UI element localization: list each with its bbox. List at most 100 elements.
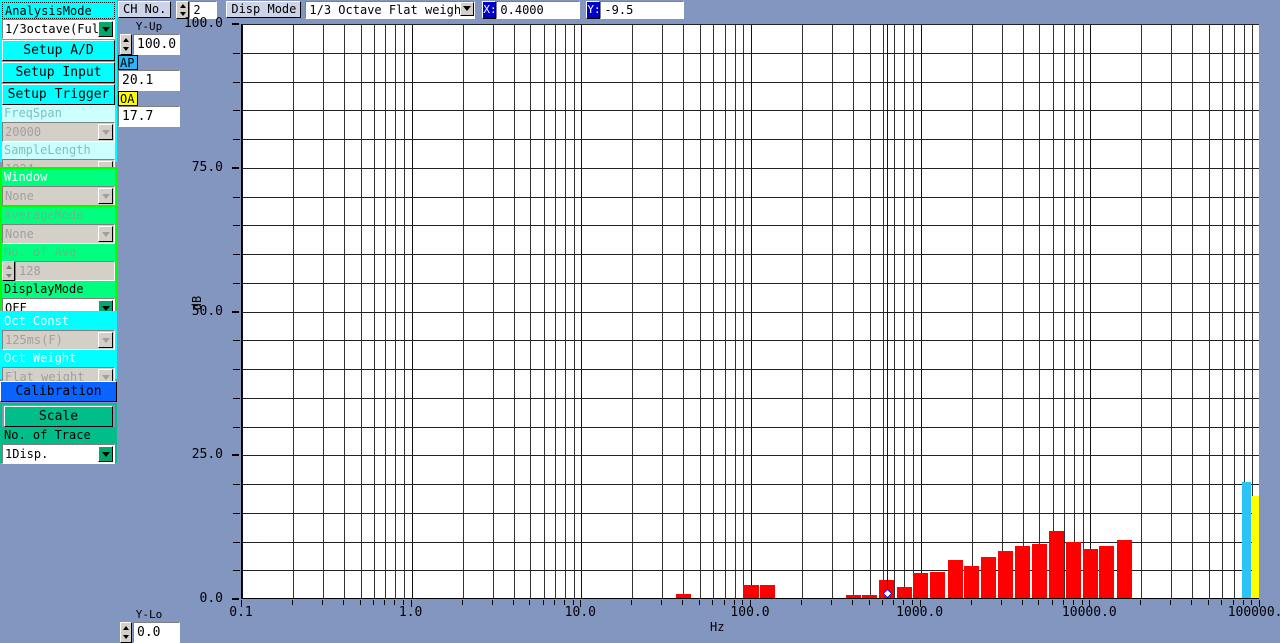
- x-axis-tick: [1052, 600, 1053, 605]
- grid-line-horizontal: [242, 82, 1259, 83]
- no-of-trace-combo[interactable]: 1Disp.: [2, 444, 115, 464]
- disp-mode-value[interactable]: 1/3 Octave Flat weight (Al: [305, 1, 475, 19]
- application-window: CH No. 2 Disp Mode 1/3 Octave Flat weigh…: [0, 0, 1280, 643]
- oct-const-label: Oct Const: [2, 313, 115, 330]
- x-axis-tick-label: 10.0: [535, 605, 625, 620]
- x-axis-tick: [831, 600, 832, 605]
- y-axis-minor-tick: [233, 484, 240, 485]
- chevron-down-icon[interactable]: [98, 188, 113, 204]
- ap-tag: AP: [118, 55, 138, 70]
- y-up-stepper[interactable]: 100.0: [118, 34, 180, 55]
- x-axis-tick: [742, 600, 743, 605]
- chevron-down-icon[interactable]: [98, 446, 113, 462]
- chevron-down-icon[interactable]: [98, 332, 113, 348]
- x-axis-tick: [573, 600, 574, 605]
- y-axis-minor-tick: [233, 225, 240, 226]
- y-lo-spin-up[interactable]: [121, 623, 131, 633]
- marker-x-value[interactable]: 0.4000: [496, 1, 580, 19]
- grid-line-horizontal: [242, 484, 1259, 485]
- ch-no-stepper-up[interactable]: [177, 2, 188, 10]
- grid-line-horizontal: [242, 427, 1259, 428]
- average-mode-combo[interactable]: None: [2, 224, 115, 244]
- grid-line-horizontal: [242, 197, 1259, 198]
- oa-tag: OA: [118, 91, 138, 106]
- x-axis-tick: [564, 600, 565, 605]
- x-axis-tick: [724, 600, 725, 605]
- oct-const-combo[interactable]: 125ms(F): [2, 330, 115, 350]
- plot-area[interactable]: [241, 24, 1259, 599]
- x-axis-tick: [403, 600, 404, 605]
- spectrum-bar: [1117, 540, 1132, 598]
- y-up-spin-down[interactable]: [121, 45, 131, 55]
- x-axis-tick: [241, 600, 242, 607]
- y-axis-minor-tick: [233, 254, 240, 255]
- y-axis-minor-tick: [233, 53, 240, 54]
- y-lo-value[interactable]: 0.0: [133, 622, 180, 643]
- spectrum-bar: [1032, 544, 1047, 598]
- x-axis-tick: [1208, 600, 1209, 605]
- spectrum-bar: [930, 572, 945, 598]
- x-axis-tick: [882, 600, 883, 605]
- x-axis-tick: [343, 600, 344, 605]
- disp-mode-button[interactable]: Disp Mode: [226, 1, 301, 18]
- setup-ad-button[interactable]: Setup A/D: [2, 40, 115, 61]
- y-axis-tick-label: 25.0: [163, 447, 223, 462]
- grid-line-horizontal: [242, 312, 1259, 313]
- x-axis-tick: [734, 600, 735, 605]
- chevron-down-icon[interactable]: [98, 226, 113, 242]
- average-group: AverageMode None No. of Avg 128 DisplayM…: [0, 205, 117, 309]
- y-up-value[interactable]: 100.0: [133, 34, 180, 55]
- no-of-trace-label: No. of Trace: [2, 427, 115, 444]
- y-axis-minor-tick: [233, 283, 240, 284]
- grid-line-horizontal: [242, 455, 1259, 456]
- x-axis-tick: [529, 600, 530, 605]
- no-of-avg-spin-down[interactable]: [3, 271, 14, 280]
- x-axis-tick: [1170, 600, 1171, 605]
- x-axis-tick: [1221, 600, 1222, 605]
- calibration-button[interactable]: Calibration: [0, 381, 117, 402]
- y-up-spin-up[interactable]: [121, 35, 131, 45]
- no-of-avg-stepper[interactable]: 128: [2, 261, 115, 281]
- y-up-spin[interactable]: [120, 34, 132, 55]
- y-lo-spin[interactable]: [120, 622, 132, 643]
- no-of-avg-value[interactable]: 128: [15, 261, 115, 281]
- marker-y-value[interactable]: -9.5: [600, 1, 684, 19]
- disp-mode-combo[interactable]: 1/3 Octave Flat weight (Al: [305, 1, 475, 19]
- setup-trigger-button[interactable]: Setup Trigger: [2, 84, 115, 105]
- y-lo-stepper[interactable]: 0.0: [118, 622, 180, 643]
- x-axis-tick: [971, 600, 972, 605]
- y-axis-tick-label: 100.0: [163, 16, 223, 31]
- x-axis-tick: [292, 600, 293, 605]
- y-axis-minor-tick: [233, 369, 240, 370]
- y-axis-minor-tick: [233, 340, 240, 341]
- x-axis-tick-label: 0.1: [196, 605, 286, 620]
- x-axis-tick: [1082, 600, 1083, 605]
- freqspan-combo[interactable]: 20000: [2, 122, 115, 142]
- y-axis-minor-tick: [233, 513, 240, 514]
- x-axis-tick: [852, 600, 853, 605]
- marker-y-tag: Y:: [586, 1, 600, 19]
- spectrum-bar: [846, 595, 861, 598]
- no-of-avg-spin-up[interactable]: [3, 262, 14, 271]
- chevron-down-icon[interactable]: [98, 124, 113, 140]
- cursor-line[interactable]: [887, 24, 888, 598]
- analysis-mode-combo[interactable]: 1/3octave(Full): [2, 19, 115, 39]
- x-axis-tick: [920, 600, 921, 607]
- scale-button[interactable]: Scale: [4, 406, 113, 427]
- freqspan-value: 20000: [5, 125, 41, 139]
- window-combo[interactable]: None: [2, 186, 115, 206]
- samplelength-label: SampleLength: [2, 142, 115, 159]
- spectrum-bar: [862, 595, 877, 598]
- chevron-down-icon[interactable]: [98, 21, 113, 37]
- oct-weight-label: Oct Weight: [2, 350, 115, 367]
- x-axis-tick: [750, 600, 751, 607]
- spectrum-bar: [913, 573, 928, 598]
- no-of-avg-spin[interactable]: [2, 261, 15, 281]
- y-lo-spin-down[interactable]: [121, 633, 131, 643]
- chevron-down-icon[interactable]: [460, 2, 474, 16]
- setup-input-button[interactable]: Setup Input: [2, 62, 115, 83]
- spectrum-bar: [948, 560, 963, 598]
- y-axis-tick-label: 0.0: [163, 591, 223, 606]
- x-axis-tick: [1001, 600, 1002, 605]
- spectrum-bar: [743, 585, 758, 598]
